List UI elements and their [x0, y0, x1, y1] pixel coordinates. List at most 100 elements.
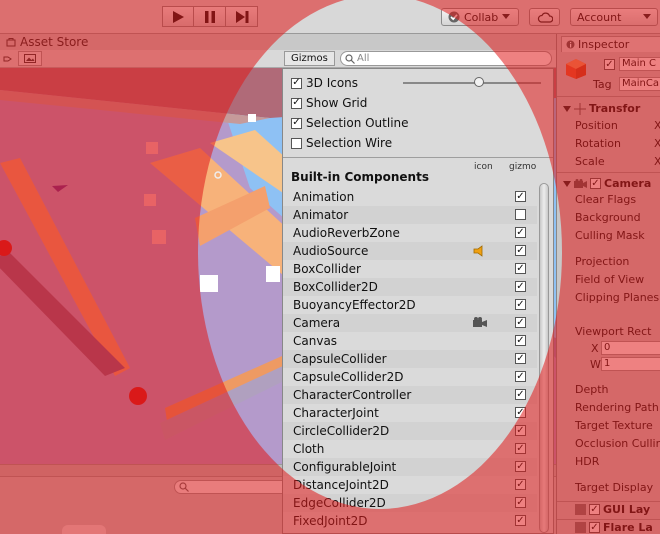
gizmo-checkbox[interactable]: ✓: [515, 479, 526, 490]
component-row[interactable]: DistanceJoint2D ✓: [283, 476, 537, 494]
camera-row: Clipping Planes: [575, 291, 660, 304]
collab-button[interactable]: Collab: [441, 8, 519, 26]
component-row[interactable]: CapsuleCollider2D ✓: [283, 368, 537, 386]
icon-size-slider-handle[interactable]: [473, 77, 484, 87]
gameobject-cube-icon: [566, 59, 586, 79]
tag-dropdown[interactable]: MainCa: [619, 77, 660, 91]
gizmo-checkbox[interactable]: ✓: [515, 281, 526, 292]
camera-header[interactable]: ✓ Camera: [563, 177, 651, 190]
component-row[interactable]: CapsuleCollider ✓: [283, 350, 537, 368]
layer-icon: [575, 504, 586, 515]
gizmo-checkbox[interactable]: ✓: [515, 227, 526, 238]
audio-toggle-icon[interactable]: [0, 51, 16, 66]
gizmo-checkbox[interactable]: [515, 209, 526, 220]
component-row[interactable]: Canvas ✓: [283, 332, 537, 350]
component-row[interactable]: BuoyancyEffector2D ✓: [283, 296, 537, 314]
active-checkbox[interactable]: ✓: [604, 59, 615, 70]
gizmo-checkbox[interactable]: ✓: [515, 335, 526, 346]
gizmo-checkbox[interactable]: ✓: [515, 389, 526, 400]
component-row[interactable]: AudioReverbZone ✓: [283, 224, 537, 242]
speaker-icon[interactable]: [473, 245, 486, 260]
object-name-field[interactable]: Main C: [619, 57, 660, 71]
component-row[interactable]: EdgeCollider2D ✓: [283, 494, 537, 512]
effects-toggle-button[interactable]: [18, 51, 42, 66]
camera-row: Viewport Rect: [575, 325, 652, 338]
tab-asset-store[interactable]: Asset Store: [6, 35, 88, 49]
playback-controls: [162, 6, 258, 27]
component-row[interactable]: CharacterController ✓: [283, 386, 537, 404]
option-show-grid[interactable]: ✓ Show Grid: [291, 94, 367, 112]
component-name: ConfigurableJoint: [293, 460, 397, 474]
gizmo-checkbox[interactable]: ✓: [515, 191, 526, 202]
component-row[interactable]: ConfigurableJoint ✓: [283, 458, 537, 476]
gizmo-checkbox[interactable]: ✓: [515, 263, 526, 274]
camera-row: HDR: [575, 455, 600, 468]
checkbox[interactable]: [291, 137, 302, 149]
option-label: Selection Wire: [306, 136, 393, 150]
camera-row: Rendering Path: [575, 401, 659, 414]
chevron-down-icon: [643, 14, 651, 19]
component-enabled-checkbox[interactable]: ✓: [590, 178, 601, 189]
scene-search-input[interactable]: All: [340, 51, 552, 66]
step-icon: [235, 10, 248, 23]
gizmo-checkbox[interactable]: ✓: [515, 317, 526, 328]
component-row[interactable]: Animation ✓: [283, 188, 537, 206]
gizmo-checkbox[interactable]: ✓: [515, 461, 526, 472]
divider: [557, 96, 660, 97]
gizmo-checkbox[interactable]: ✓: [515, 497, 526, 508]
step-button[interactable]: [226, 6, 258, 27]
component-row[interactable]: BoxCollider ✓: [283, 260, 537, 278]
axis-label-x: X: [654, 137, 660, 150]
component-enabled-checkbox[interactable]: ✓: [589, 504, 600, 515]
component-enabled-checkbox[interactable]: ✓: [589, 522, 600, 533]
asset-thumbnail[interactable]: [62, 525, 106, 534]
camera-icon[interactable]: [473, 317, 487, 331]
scrollbar[interactable]: [539, 183, 549, 533]
gui-layer-header[interactable]: ✓ GUI Lay: [575, 503, 650, 516]
gizmo-checkbox[interactable]: ✓: [515, 425, 526, 436]
gizmo-checkbox[interactable]: ✓: [515, 371, 526, 382]
viewport-x-field[interactable]: 0: [601, 341, 660, 355]
component-row[interactable]: CircleCollider2D ✓: [283, 422, 537, 440]
cloud-button[interactable]: [529, 8, 560, 26]
component-row[interactable]: FixedJoint2D ✓: [283, 512, 537, 530]
tab-inspector[interactable]: Inspector: [561, 36, 660, 52]
pause-button[interactable]: [194, 6, 226, 27]
component-row[interactable]: Camera ✓: [283, 314, 537, 332]
option-selection-wire[interactable]: Selection Wire: [291, 134, 392, 152]
gizmo-checkbox[interactable]: ✓: [515, 299, 526, 310]
component-row[interactable]: AudioSource ✓: [283, 242, 537, 260]
icon-size-slider-track[interactable]: [403, 82, 541, 84]
gizmo-checkbox[interactable]: ✓: [515, 245, 526, 256]
viewport-w-field[interactable]: 1: [601, 357, 660, 371]
account-dropdown[interactable]: Account: [570, 8, 658, 26]
component-row[interactable]: Cloth ✓: [283, 440, 537, 458]
component-row[interactable]: BoxCollider2D ✓: [283, 278, 537, 296]
gizmo-checkbox[interactable]: ✓: [515, 443, 526, 454]
play-button[interactable]: [162, 6, 194, 27]
cube: [144, 194, 156, 206]
checkbox[interactable]: ✓: [291, 117, 302, 129]
component-name: AudioReverbZone: [293, 226, 400, 240]
component-title: Camera: [604, 177, 652, 190]
flare-layer-header[interactable]: ✓ Flare La: [575, 521, 653, 534]
tab-label: Inspector: [578, 38, 630, 51]
gizmo-checkbox[interactable]: ✓: [515, 407, 526, 418]
component-row[interactable]: Animator: [283, 206, 537, 224]
component-row[interactable]: CharacterJoint ✓: [283, 404, 537, 422]
gizmo-checkbox[interactable]: ✓: [515, 353, 526, 364]
option-3d-icons[interactable]: ✓ 3D Icons: [291, 74, 358, 92]
gizmos-dropdown-button[interactable]: Gizmos: [284, 51, 335, 66]
camera-row: Culling Mask: [575, 229, 645, 242]
red-sphere: [129, 387, 147, 405]
gizmo-checkbox[interactable]: ✓: [515, 515, 526, 526]
transform-header[interactable]: Transfor: [563, 102, 640, 115]
checkbox[interactable]: ✓: [291, 97, 302, 109]
component-title: GUI Lay: [603, 503, 651, 516]
scene-view-toolbar: Gizmos All: [0, 50, 556, 68]
checkbox[interactable]: ✓: [291, 77, 302, 89]
option-selection-outline[interactable]: ✓ Selection Outline: [291, 114, 409, 132]
component-title: Flare La: [603, 521, 653, 534]
cube: [248, 114, 256, 122]
component-name: BoxCollider2D: [293, 280, 378, 294]
